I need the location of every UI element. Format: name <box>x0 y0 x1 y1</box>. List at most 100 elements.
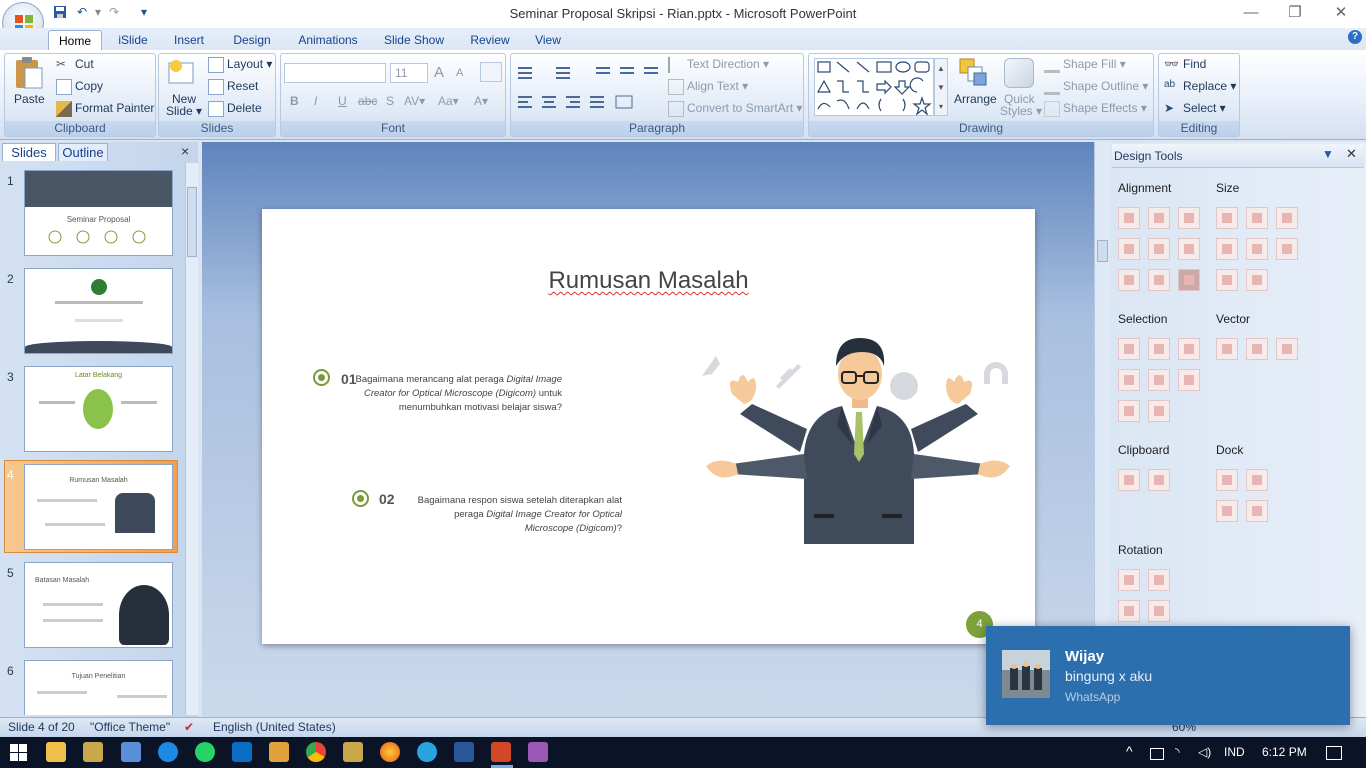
paste-button[interactable]: Paste <box>14 92 45 106</box>
grow-font-button[interactable]: A <box>434 64 444 81</box>
layout-button[interactable]: Layout ▾ <box>208 57 272 73</box>
rotate-right-icon[interactable] <box>1148 569 1170 591</box>
slide-thumbnail-5[interactable]: Batasan Masalah <box>24 562 173 648</box>
pointer-select-icon[interactable] <box>1178 369 1200 391</box>
list-buttons[interactable] <box>516 64 662 82</box>
dock-bottom-icon[interactable] <box>1246 500 1268 522</box>
tab-home[interactable]: Home <box>48 30 102 50</box>
thumbnails-scrollbar[interactable] <box>185 163 198 715</box>
shrink-font-button[interactable]: A <box>456 67 463 79</box>
whatsapp-icon[interactable] <box>195 742 215 762</box>
shape-outline-button[interactable]: Shape Outline ▾ <box>1044 79 1148 95</box>
action-center-icon[interactable] <box>1326 746 1342 760</box>
copy-tool-icon[interactable] <box>1118 469 1140 491</box>
firefox-icon[interactable] <box>380 742 400 762</box>
close-pane-icon[interactable]: ✕ <box>1346 146 1357 162</box>
minimize-button[interactable]: — <box>1228 0 1274 28</box>
size-left-icon[interactable] <box>1216 269 1238 291</box>
shape-fill-button[interactable]: Shape Fill ▾ <box>1044 57 1126 73</box>
close-panel-icon[interactable]: × <box>181 143 189 159</box>
slide-scroll-thumb[interactable] <box>1097 240 1108 262</box>
select-layer-icon[interactable] <box>1148 369 1170 391</box>
align-bottom-icon[interactable] <box>1178 238 1200 260</box>
same-size-icon[interactable] <box>1276 207 1298 229</box>
delete-button[interactable]: Delete <box>208 101 262 117</box>
shape-effects-button[interactable]: Shape Effects ▾ <box>1044 101 1147 117</box>
convert-smartart-button[interactable]: Convert to SmartArt ▾ <box>668 101 802 117</box>
undo-dropdown-icon[interactable]: ▾ <box>90 5 106 21</box>
show-hidden-icons[interactable]: ^ <box>1126 743 1133 759</box>
wifi-icon[interactable]: ◝ <box>1175 745 1180 759</box>
text-direction-button[interactable]: Text Direction ▾ <box>668 57 769 73</box>
clear-formatting-icon[interactable] <box>480 62 502 82</box>
telegram-icon[interactable] <box>417 742 437 762</box>
input-language[interactable]: IND <box>1224 745 1245 759</box>
copy-button[interactable]: Copy <box>56 79 103 95</box>
word-icon[interactable] <box>454 742 474 762</box>
start-icon[interactable] <box>10 744 27 761</box>
chrome-icon[interactable] <box>306 742 326 762</box>
select-button[interactable]: ➤ Select ▾ <box>1164 101 1226 117</box>
dock-top-icon[interactable] <box>1216 500 1238 522</box>
pane-options-icon[interactable]: ▼ <box>1322 147 1334 161</box>
tools-icon[interactable] <box>343 742 363 762</box>
select-group-icon[interactable] <box>1118 369 1140 391</box>
character-spacing-button[interactable]: AV▾ <box>404 94 425 108</box>
text-shadow-button[interactable]: S <box>386 94 394 108</box>
file-explorer-icon[interactable] <box>46 742 66 762</box>
notes-icon[interactable] <box>83 742 103 762</box>
size-right-icon[interactable] <box>1246 269 1268 291</box>
tab-insert[interactable]: Insert <box>166 30 212 50</box>
same-width-icon[interactable] <box>1216 207 1238 229</box>
same-height-icon[interactable] <box>1246 207 1268 229</box>
battery-icon[interactable] <box>1150 748 1164 760</box>
swap-size-icon[interactable] <box>1276 238 1298 260</box>
skype-icon[interactable] <box>158 742 178 762</box>
shapes-gallery[interactable] <box>814 58 934 116</box>
slide-thumbnail-4[interactable]: Rumusan Masalah <box>24 464 173 550</box>
slide-title[interactable]: Rumusan Masalah <box>262 267 1035 295</box>
select-same-icon[interactable] <box>1148 338 1170 360</box>
qat-customize-icon[interactable]: ▾ <box>136 5 152 21</box>
size-bottom-icon[interactable] <box>1246 238 1268 260</box>
dock-left-icon[interactable] <box>1216 469 1238 491</box>
item-text-2[interactable]: Bagaimana respon siswa setelah diterapka… <box>410 494 622 536</box>
align-text-button[interactable]: Align Text ▾ <box>668 79 748 95</box>
slide-thumbnail-2[interactable] <box>24 268 173 354</box>
tab-design[interactable]: Design <box>226 30 278 50</box>
format-painter-button[interactable]: Format Painter <box>56 101 154 117</box>
select-outside-icon[interactable] <box>1148 400 1170 422</box>
align-top-icon[interactable] <box>1118 238 1140 260</box>
flip-vertical-icon[interactable] <box>1118 600 1140 622</box>
bold-button[interactable]: B <box>290 94 299 108</box>
vector-merge-icon[interactable] <box>1216 338 1238 360</box>
distribute-horizontal-icon[interactable] <box>1118 269 1140 291</box>
tab-slides-panel[interactable]: Slides <box>2 143 56 161</box>
powerpoint-icon[interactable] <box>491 742 511 762</box>
alignment-buttons[interactable] <box>516 94 640 110</box>
font-size-field[interactable]: 11 <box>390 63 428 83</box>
tab-slide-show[interactable]: Slide Show <box>378 30 450 50</box>
vscode-icon[interactable] <box>232 742 252 762</box>
clock[interactable]: 6:12 PM <box>1262 745 1307 759</box>
tab-outline-panel[interactable]: Outline <box>58 143 108 161</box>
spellcheck-icon[interactable]: ✔ <box>184 720 194 734</box>
volume-icon[interactable]: ◁) <box>1198 745 1211 759</box>
save-icon[interactable] <box>52 5 68 21</box>
reset-button[interactable]: Reset <box>208 79 258 95</box>
align-grid-icon[interactable] <box>1178 269 1200 291</box>
dock-right-icon[interactable] <box>1246 469 1268 491</box>
vector-text-icon[interactable] <box>1246 338 1268 360</box>
size-top-icon[interactable] <box>1216 238 1238 260</box>
close-button[interactable]: ✕ <box>1318 0 1364 28</box>
find-button[interactable]: 👓 Find <box>1164 57 1206 73</box>
cut-button[interactable]: ✂ Cut <box>56 57 94 73</box>
distribute-vertical-icon[interactable] <box>1148 269 1170 291</box>
select-inside-icon[interactable] <box>1118 400 1140 422</box>
flip-horizontal-icon[interactable] <box>1148 600 1170 622</box>
paste-icon[interactable] <box>14 56 44 90</box>
paste-tool-icon[interactable] <box>1148 469 1170 491</box>
replace-button[interactable]: ab Replace ▾ <box>1164 79 1236 95</box>
archive-icon[interactable] <box>269 742 289 762</box>
arrange-button[interactable]: Arrange <box>954 92 997 106</box>
